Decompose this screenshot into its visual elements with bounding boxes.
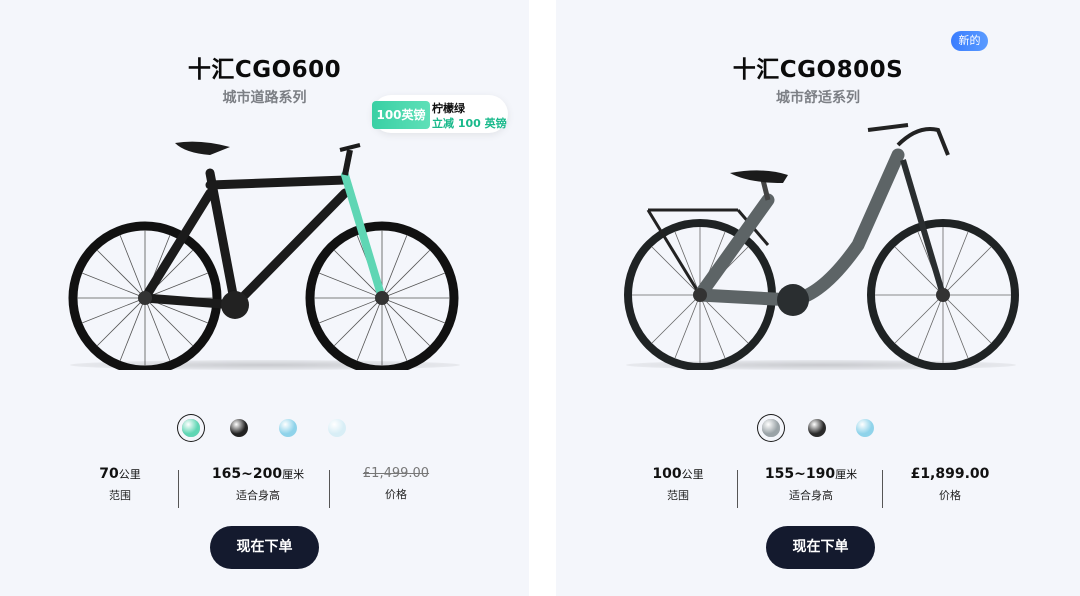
- bike-image-cgo600: [68, 141, 459, 370]
- new-badge: 新的: [951, 31, 988, 51]
- swatch-light-blue[interactable]: [328, 419, 346, 437]
- color-swatches: [752, 413, 892, 443]
- coupon-badge[interactable]: 100英镑 柠檬绿 立减 100 英镑: [372, 95, 508, 133]
- swatch-black[interactable]: [230, 419, 248, 437]
- divider: [178, 470, 179, 508]
- spec-price: £1,899.00 价格: [910, 466, 990, 502]
- spec-range: 100公里 范围: [652, 466, 704, 502]
- product-card-cgo600: 十汇CGO600 城市道路系列 100英镑 柠檬绿 立减 100 英镑 70公里…: [0, 0, 529, 596]
- swatch-gray[interactable]: [762, 419, 780, 437]
- swatch-black[interactable]: [808, 419, 826, 437]
- divider: [329, 470, 330, 508]
- spec-row: 100公里 范围 155~190厘米 适合身高 £1,899.00 价格: [628, 466, 1028, 512]
- product-title: 十汇CGO600: [187, 57, 342, 83]
- coupon-color-name: 柠檬绿: [432, 102, 465, 115]
- spec-row: 70公里 范围 165~200厘米 适合身高 £1,499.00 价格: [70, 466, 470, 512]
- product-title: 十汇CGO800S: [732, 57, 904, 83]
- coupon-ticket: 100英镑: [372, 101, 430, 129]
- swatch-sky-blue[interactable]: [856, 419, 874, 437]
- bike-image-cgo800s: [624, 123, 1019, 370]
- swatch-mint[interactable]: [182, 419, 200, 437]
- coupon-discount: 立减 100 英镑: [432, 117, 507, 130]
- order-now-button[interactable]: 现在下单: [766, 526, 875, 569]
- product-series: 城市舒适系列: [776, 90, 860, 106]
- order-now-button[interactable]: 现在下单: [210, 526, 319, 569]
- swatch-sky-blue[interactable]: [279, 419, 297, 437]
- color-swatches: [176, 413, 356, 443]
- spec-range: 70公里 范围: [99, 466, 141, 502]
- spec-height: 165~200厘米 适合身高: [211, 466, 305, 502]
- divider: [737, 470, 738, 508]
- product-card-cgo800s: 新的 十汇CGO800S 城市舒适系列 100公里 范围 155~190厘米 适…: [556, 0, 1080, 596]
- divider: [882, 470, 883, 508]
- spec-height: 155~190厘米 适合身高: [764, 466, 858, 502]
- spec-price: £1,499.00 价格: [362, 466, 430, 501]
